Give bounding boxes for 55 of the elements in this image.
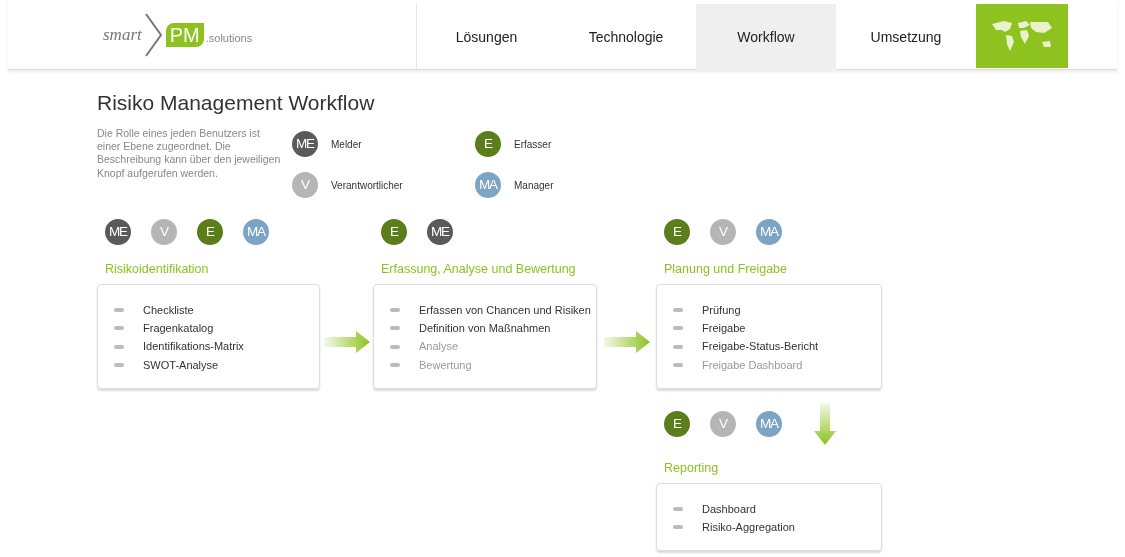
bullet-icon bbox=[673, 344, 683, 349]
down-arrow-icon bbox=[814, 403, 836, 446]
bullet-icon bbox=[673, 525, 683, 530]
bullet-icon bbox=[673, 308, 683, 313]
stage-item[interactable]: Checkliste bbox=[143, 301, 194, 319]
description-text: Die Rolle eines jeden Benutzers ist einer Ebene zugeordnet. Die Beschreibung kann über den jeweiligen Knopf aufgerufen werden. bbox=[97, 127, 282, 181]
role-button[interactable]: ME bbox=[292, 131, 318, 158]
stage-item[interactable]: Freigabe-Status-Bericht bbox=[702, 338, 819, 355]
bullet-icon bbox=[114, 326, 124, 331]
nav-tab[interactable]: Umsetzung bbox=[836, 4, 976, 70]
bullet-icon bbox=[390, 308, 400, 313]
role-button[interactable]: E bbox=[197, 219, 223, 246]
logo-word: smart bbox=[103, 23, 142, 46]
bullet-icon bbox=[673, 362, 683, 367]
world-map-button[interactable] bbox=[976, 4, 1068, 68]
stage-item[interactable]: Definition von Maßnahmen bbox=[419, 320, 551, 337]
role-label: Manager bbox=[514, 178, 554, 193]
bullet-icon bbox=[673, 326, 683, 331]
stage-item[interactable]: Fragenkatalog bbox=[143, 320, 214, 337]
bullet-icon bbox=[114, 344, 124, 349]
role-button[interactable]: E bbox=[381, 219, 407, 246]
role-label: Verantwortlicher bbox=[331, 178, 403, 193]
page-title: Risiko Management Workflow bbox=[97, 90, 376, 116]
stage-item[interactable]: Risiko-Aggregation bbox=[702, 519, 795, 536]
role-button[interactable]: E bbox=[475, 131, 501, 158]
logo-suffix: .solutions bbox=[205, 31, 253, 47]
logo-badge: PM bbox=[165, 22, 204, 47]
chevron-icon bbox=[143, 11, 164, 58]
stage-item[interactable]: Erfassen von Chancen und Risiken bbox=[419, 301, 591, 319]
bullet-icon bbox=[390, 344, 400, 349]
stage-title: Planung und Freigabe bbox=[664, 261, 788, 279]
stage-item[interactable]: Freigabe bbox=[702, 320, 746, 337]
stage-title: Risikoidentifikation bbox=[105, 261, 210, 279]
nav-tab[interactable]: Workflow bbox=[696, 4, 836, 70]
stage-title: Erfassung, Analyse und Bewertung bbox=[381, 261, 577, 279]
bullet-icon bbox=[114, 308, 124, 313]
nav-tab[interactable]: Technologie bbox=[556, 4, 696, 70]
right-arrow-icon bbox=[603, 331, 650, 354]
role-button[interactable]: ME bbox=[427, 219, 453, 246]
stage-title: Reporting bbox=[664, 460, 720, 478]
role-button[interactable]: ME bbox=[105, 219, 131, 246]
role-button[interactable]: E bbox=[664, 219, 690, 246]
bullet-icon bbox=[114, 362, 124, 367]
role-label: Melder bbox=[331, 137, 362, 152]
bullet-icon bbox=[673, 507, 683, 511]
role-button[interactable]: E bbox=[664, 411, 690, 438]
right-arrow-icon bbox=[323, 331, 370, 354]
stage-item[interactable]: SWOT-Analyse bbox=[143, 356, 219, 374]
stage-item[interactable]: Dashboard bbox=[702, 500, 756, 518]
bullet-icon bbox=[390, 362, 400, 367]
role-label: Erfasser bbox=[514, 137, 552, 152]
stage-item[interactable]: Identifikations-Matrix bbox=[143, 338, 244, 355]
nav-tab[interactable]: Lösungen bbox=[416, 4, 556, 70]
stage-item[interactable]: Prüfung bbox=[702, 301, 741, 319]
bullet-icon bbox=[390, 326, 400, 331]
